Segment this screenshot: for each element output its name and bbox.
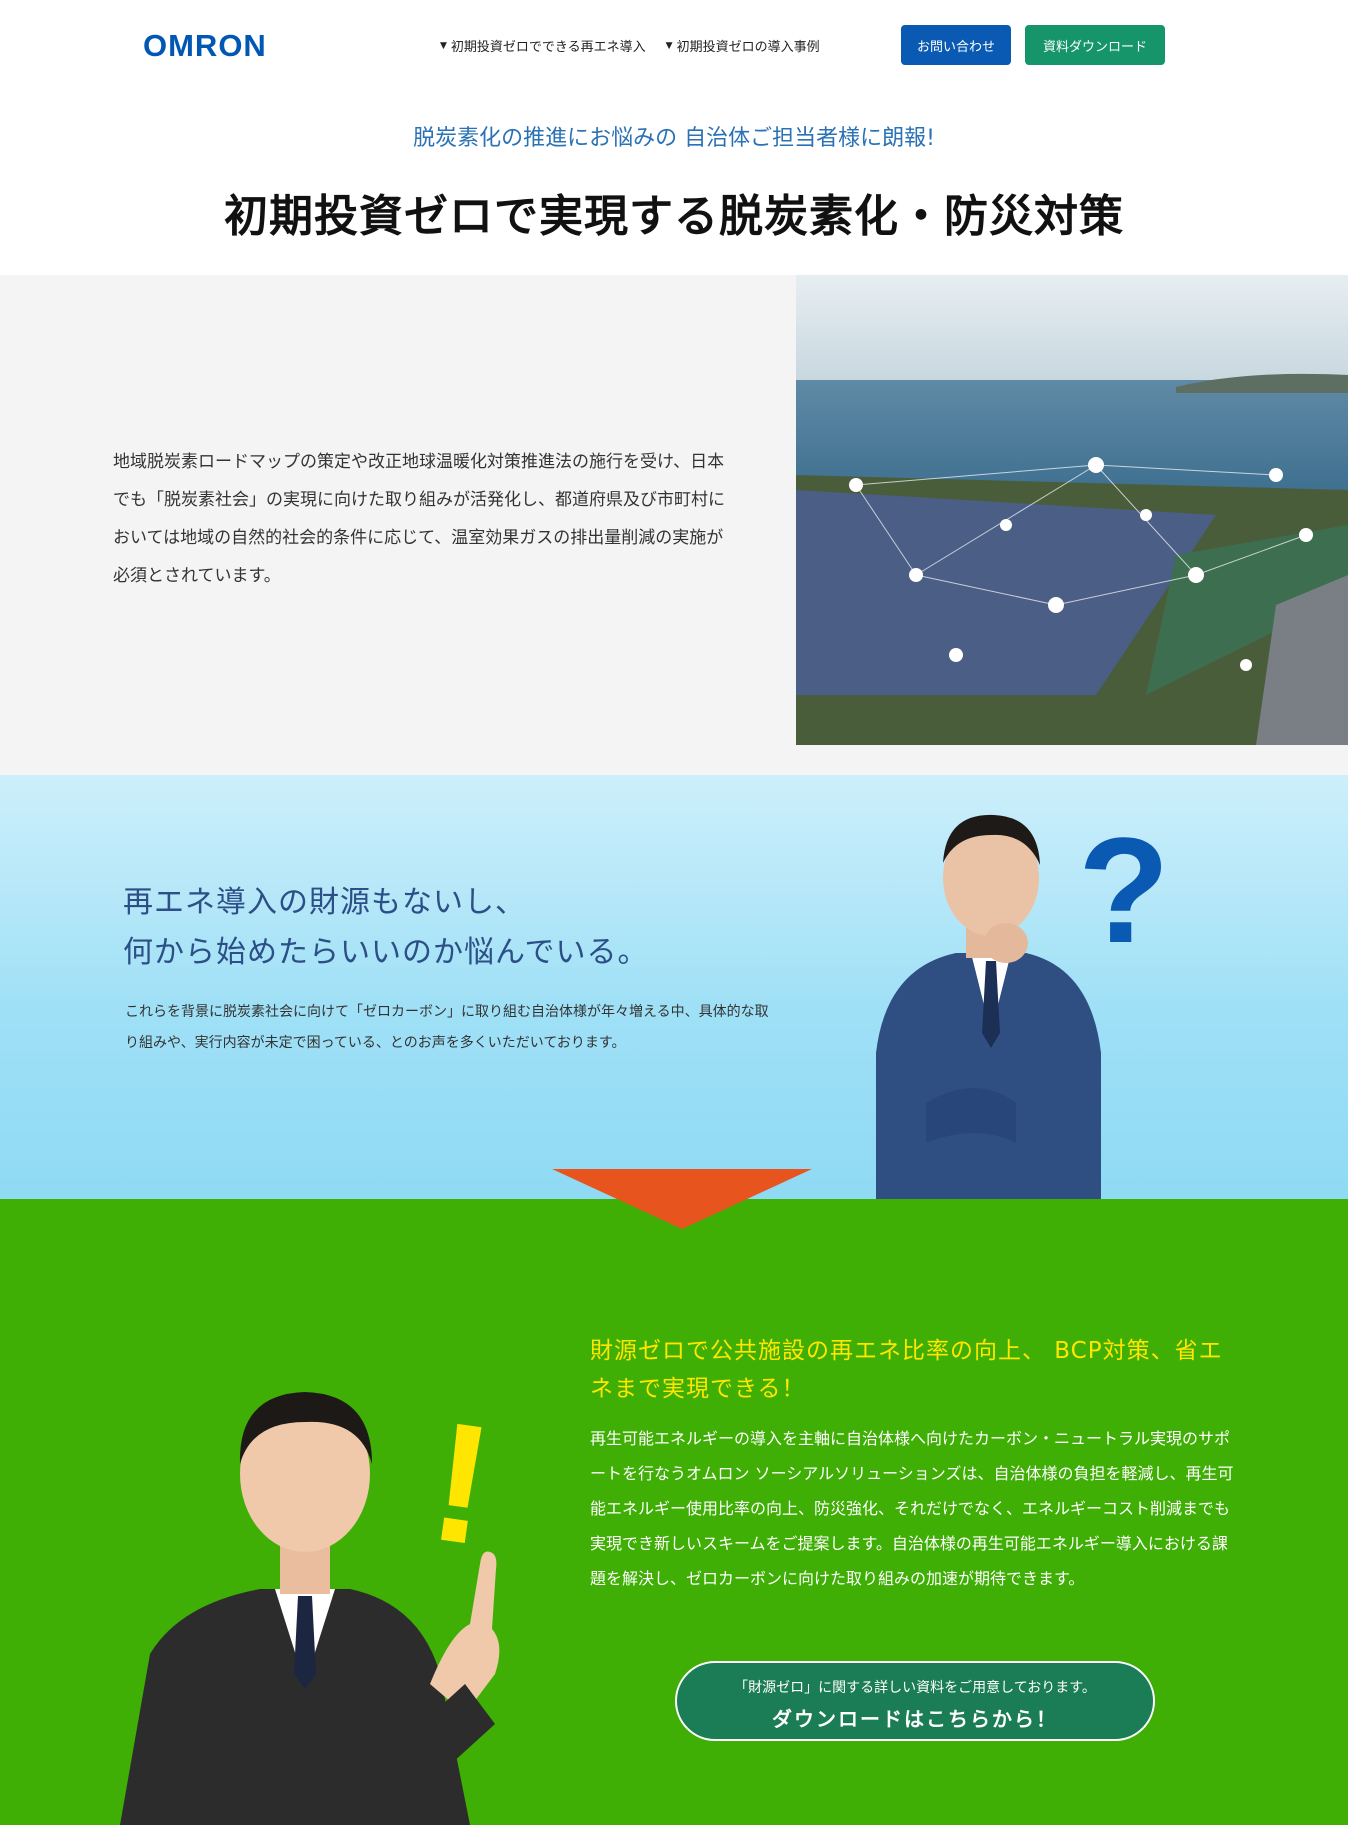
problem-heading-line1: 再エネ導入の財源もないし、 (123, 885, 526, 920)
omron-logo[interactable]: OMRON (143, 28, 267, 64)
problem-section: 再エネ導入の財源もないし、 何から始めたらいいのか悩んでいる。 これらを背景に脱… (0, 775, 1348, 1199)
download-button[interactable]: 資料ダウンロード (1025, 25, 1165, 65)
nav-item-label: 初期投資ゼロの導入事例 (676, 40, 820, 55)
solution-section: ! 財源ゼロで公共施設の再エネ比率の向上、 BCP対策、省エネまで実現できる！ … (0, 1199, 1348, 1825)
nav-item-zero-investment[interactable]: ▼ 初期投資ゼロでできる再エネ導入 (440, 36, 646, 55)
arrow-down-icon (552, 1169, 812, 1229)
problem-heading-line2: 何から始めたらいいのか悩んでいる。 (123, 935, 649, 970)
solution-heading: 財源ゼロで公共施設の再エネ比率の向上、 BCP対策、省エネまで実現できる！ (590, 1338, 1223, 1402)
main-nav: ▼ 初期投資ゼロでできる再エネ導入 ▼ 初期投資ゼロの導入事例 (440, 36, 820, 55)
hero: 脱炭素化の推進にお悩みの 自治体ご担当者様に朗報! 初期投資ゼロで実現する脱炭素… (0, 90, 1348, 275)
contact-button[interactable]: お問い合わせ (901, 25, 1011, 65)
hero-subtitle: 脱炭素化の推進にお悩みの 自治体ご担当者様に朗報! (413, 126, 935, 151)
solar-farm-photo (796, 275, 1348, 745)
cta-subtext: 「財源ゼロ」に関する詳しい資料をご用意しております。 (734, 1680, 1096, 1696)
thinking-man-illustration (866, 803, 1111, 1199)
caret-down-icon: ▼ (665, 40, 673, 51)
nav-item-label: 初期投資ゼロでできる再エネ導入 (450, 40, 646, 55)
cta-label: ダウンロードはこちらから！ (772, 1707, 1058, 1731)
nav-item-case-studies[interactable]: ▼ 初期投資ゼロの導入事例 (666, 36, 820, 55)
solution-text: 再生可能エネルギーの導入を主軸に自治体様へ向けたカーボン・ニュートラル実現のサポ… (590, 1429, 1234, 1588)
intro-section: 地域脱炭素ロードマップの策定や改正地球温暖化対策推進法の施行を受け、日本でも「脱… (0, 275, 1348, 775)
site-header: OMRON ▼ 初期投資ゼロでできる再エネ導入 ▼ 初期投資ゼロの導入事例 お問… (0, 0, 1348, 90)
problem-text: これらを背景に脱炭素社会に向けて「ゼロカーボン」に取り組む自治体様が年々増える中… (125, 1004, 769, 1051)
intro-text: 地域脱炭素ロードマップの策定や改正地球温暖化対策推進法の施行を受け、日本でも「脱… (113, 452, 725, 586)
page-title: 初期投資ゼロで実現する脱炭素化・防災対策 (224, 191, 1124, 242)
problem-heading: 再エネ導入の財源もないし、 何から始めたらいいのか悩んでいる。 (123, 878, 649, 978)
caret-down-icon: ▼ (440, 40, 447, 51)
download-cta-button[interactable]: 「財源ゼロ」に関する詳しい資料をご用意しております。 ダウンロードはこちらから！ (675, 1661, 1155, 1741)
pointing-man-illustration (120, 1354, 600, 1825)
